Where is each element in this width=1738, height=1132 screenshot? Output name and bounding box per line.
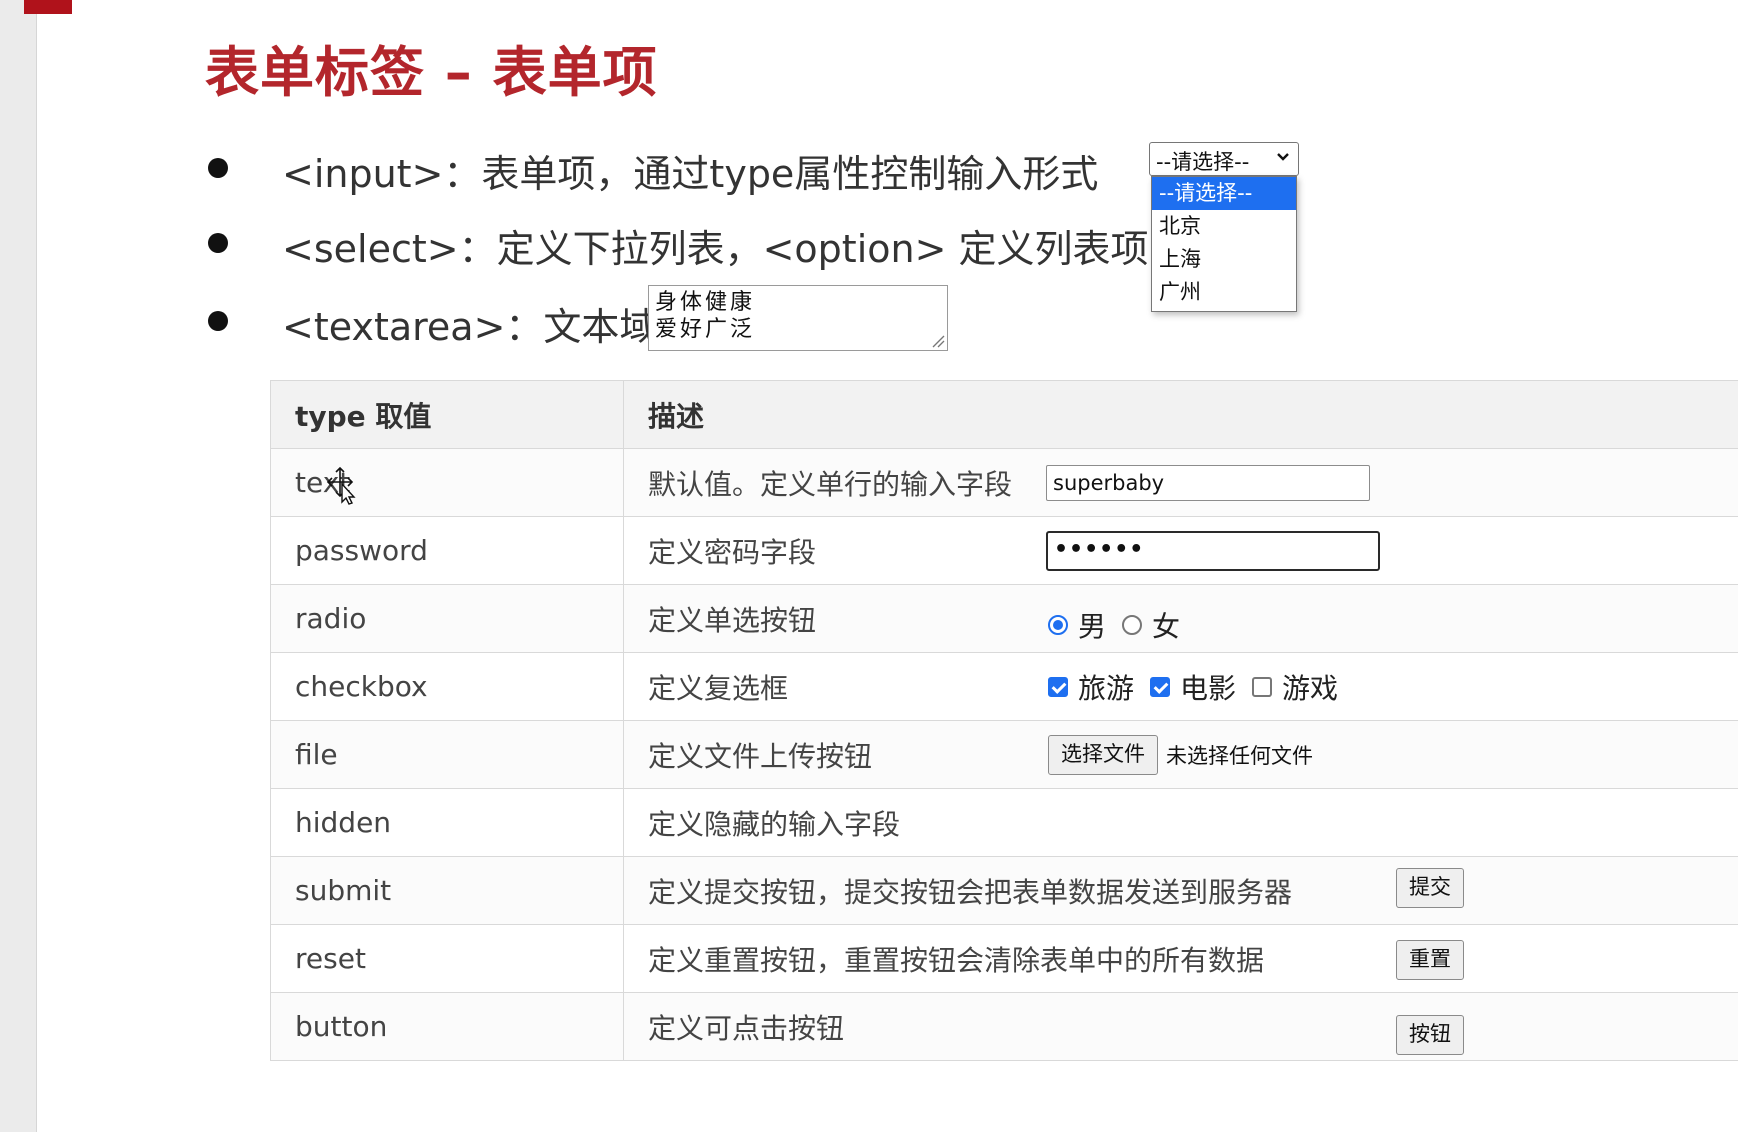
table-row: submit 定义提交按钮，提交按钮会把表单数据发送到服务器 提交 bbox=[270, 856, 1738, 925]
generic-button[interactable]: 按钮 bbox=[1396, 1014, 1464, 1055]
header-cell-desc: 描述 bbox=[623, 380, 1738, 449]
type-description: 定义密码字段 bbox=[648, 535, 817, 569]
table-row: checkbox 定义复选框 旅游 电影 游戏 bbox=[270, 652, 1738, 721]
checkbox-label: 电影 bbox=[1180, 671, 1237, 705]
type-value: file bbox=[295, 738, 338, 771]
radio-female[interactable] bbox=[1122, 614, 1143, 635]
bullet-dot-icon bbox=[208, 311, 228, 331]
select-option[interactable]: --请选择-- bbox=[1152, 177, 1296, 210]
type-value: radio bbox=[295, 602, 367, 635]
bullet-input: <input>：表单项，通过type属性控制输入形式 bbox=[282, 152, 1099, 196]
table-header-row: type 取值 描述 bbox=[270, 380, 1738, 449]
mouse-cursor-icon bbox=[326, 466, 356, 505]
checkbox-travel[interactable] bbox=[1048, 676, 1068, 697]
table-row: button 定义可点击按钮 按钮 bbox=[270, 992, 1738, 1061]
textarea-line: 身体健康 bbox=[655, 290, 756, 315]
select-option[interactable]: 上海 bbox=[1152, 243, 1296, 276]
type-description: 定义提交按钮，提交按钮会把表单数据发送到服务器 bbox=[648, 875, 1293, 909]
table-row: password 定义密码字段 •••••• bbox=[270, 516, 1738, 585]
type-description: 定义文件上传按钮 bbox=[648, 739, 873, 773]
select-option[interactable]: 北京 bbox=[1152, 210, 1296, 243]
demo-text-input[interactable]: superbaby bbox=[1046, 464, 1370, 501]
checkbox-movie[interactable] bbox=[1150, 676, 1171, 697]
demo-textarea[interactable]: 身体健康 爱好广泛 bbox=[648, 285, 948, 351]
left-sidebar-strip bbox=[0, 0, 37, 1132]
bullet-dot-icon bbox=[208, 233, 228, 253]
type-value: reset bbox=[295, 942, 366, 975]
corner-accent-mark bbox=[24, 0, 72, 14]
header-cell-type: type 取值 bbox=[270, 380, 624, 449]
type-description: 定义单选按钮 bbox=[648, 603, 817, 637]
type-value: checkbox bbox=[295, 670, 428, 703]
type-description: 定义重置按钮，重置按钮会清除表单中的所有数据 bbox=[648, 943, 1265, 977]
type-value: hidden bbox=[295, 806, 392, 839]
type-value: button bbox=[295, 1010, 388, 1043]
checkbox-game[interactable] bbox=[1252, 676, 1273, 697]
table-row: radio 定义单选按钮 男 女 bbox=[270, 584, 1738, 653]
resize-grip-icon[interactable] bbox=[931, 334, 945, 348]
file-status: 未选择任何文件 bbox=[1166, 743, 1313, 768]
textarea-line: 爱好广泛 bbox=[655, 317, 756, 342]
submit-button[interactable]: 提交 bbox=[1396, 867, 1464, 908]
chevron-down-icon bbox=[1277, 153, 1289, 161]
radio-label: 女 bbox=[1152, 609, 1181, 643]
type-value: submit bbox=[295, 874, 392, 907]
radio-male[interactable] bbox=[1048, 614, 1068, 635]
demo-select[interactable]: --请选择-- bbox=[1149, 142, 1299, 176]
select-current-value: --请选择-- bbox=[1156, 150, 1250, 174]
type-value: password bbox=[295, 534, 428, 567]
table-row: text 默认值。定义单行的输入字段 superbaby bbox=[270, 448, 1738, 517]
slide-title: 表单标签 – 表单项 bbox=[205, 41, 658, 104]
file-choose-button[interactable]: 选择文件 bbox=[1048, 734, 1158, 775]
type-description: 定义可点击按钮 bbox=[648, 1011, 845, 1045]
bullet-select: <select>：定义下拉列表，<option> 定义列表项 bbox=[282, 227, 1149, 271]
bullet-dot-icon bbox=[208, 158, 228, 178]
table-row: file 定义文件上传按钮 选择文件 未选择任何文件 bbox=[270, 720, 1738, 789]
bullet-textarea: <textarea>：文本域 bbox=[282, 305, 658, 349]
type-description: 默认值。定义单行的输入字段 bbox=[648, 467, 1013, 501]
select-option[interactable]: 广州 bbox=[1152, 276, 1296, 309]
reset-button[interactable]: 重置 bbox=[1396, 939, 1464, 980]
demo-password-input[interactable]: •••••• bbox=[1046, 530, 1380, 571]
radio-label: 男 bbox=[1078, 609, 1107, 643]
select-dropdown-list[interactable]: --请选择-- 北京 上海 广州 bbox=[1151, 176, 1297, 312]
type-description: 定义隐藏的输入字段 bbox=[648, 807, 901, 841]
checkbox-label: 旅游 bbox=[1078, 671, 1135, 705]
table-row: hidden 定义隐藏的输入字段 bbox=[270, 788, 1738, 857]
checkbox-label: 游戏 bbox=[1282, 671, 1339, 705]
table-row: reset 定义重置按钮，重置按钮会清除表单中的所有数据 重置 bbox=[270, 924, 1738, 993]
input-type-table: type 取值 描述 text 默认值。定义单行的输入字段 superbaby … bbox=[270, 380, 1738, 1061]
type-description: 定义复选框 bbox=[648, 671, 789, 705]
